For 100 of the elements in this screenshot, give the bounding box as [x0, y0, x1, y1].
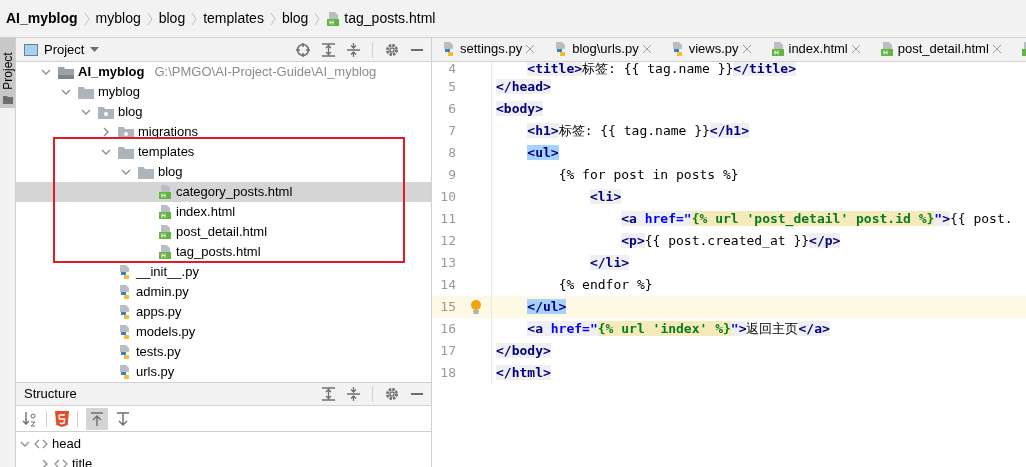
editor-tab[interactable]: blog\urls.py [544, 38, 661, 61]
expand-all-icon[interactable] [322, 387, 335, 401]
breadcrumb-item[interactable]: blog [158, 8, 186, 29]
editor-tab-label: views.py [688, 40, 739, 59]
tree-item[interactable]: __init__.py [16, 262, 431, 282]
tree-item[interactable]: admin.py [16, 282, 431, 302]
chevron-right-icon[interactable] [101, 127, 111, 137]
tree-item[interactable]: urls.py [16, 362, 431, 382]
breadcrumb-item[interactable]: tag_posts.html [326, 8, 436, 29]
close-icon[interactable] [742, 45, 751, 53]
arrow-up-to-bar-icon [90, 411, 104, 426]
tree-item[interactable]: apps.py [16, 302, 431, 322]
html-file-icon [158, 225, 172, 239]
tree-item[interactable]: index.html [16, 202, 431, 222]
tree-item-label: index.html [176, 203, 236, 222]
breadcrumb-item[interactable]: AI_myblog [6, 8, 78, 29]
python-file-icon [118, 325, 132, 339]
tree-item[interactable]: templates [16, 142, 431, 162]
collapse-all-icon[interactable] [347, 387, 360, 401]
close-icon[interactable] [526, 45, 535, 53]
line-number: 5 [447, 78, 457, 97]
html-file-icon [158, 185, 172, 199]
settings-icon[interactable] [385, 387, 399, 401]
python-file-icon [118, 265, 132, 279]
sort-alpha-icon[interactable] [22, 410, 38, 427]
tree-item[interactable]: category_posts.html [16, 182, 431, 202]
editor-tab[interactable]: post_detail.html [869, 38, 1011, 61]
tree-item-label: tests.py [136, 343, 181, 362]
code-text: <a href="{% url 'post_detail' post.id %}">{{ post. [620, 210, 1013, 229]
line-number: 10 [439, 188, 457, 207]
python-file-icon [118, 345, 132, 359]
breadcrumb-item[interactable]: templates [203, 8, 264, 29]
chevron-down-icon[interactable] [20, 439, 30, 449]
tree-item[interactable]: migrations [16, 122, 431, 142]
line-number: 14 [439, 276, 457, 295]
tree-item[interactable]: AI_myblog G:\PMGO\AI-Project-Guide\AI_myblog [16, 62, 431, 82]
project-tool-tab[interactable]: Project [0, 38, 15, 108]
tag-brackets-icon [34, 439, 48, 449]
html-file-icon [158, 245, 172, 259]
editor-tab[interactable]: views.py [660, 38, 761, 61]
line-number: 11 [439, 210, 457, 229]
tree-item-label: __init__.py [136, 263, 199, 282]
html-file-icon [770, 42, 785, 56]
line-number: 8 [447, 144, 457, 163]
arrow-down-from-bar-icon[interactable] [116, 411, 130, 426]
code-text: </html> [495, 364, 551, 383]
caret-icon [90, 47, 100, 52]
line-number: 18 [439, 364, 457, 383]
folder-icon [2, 96, 13, 104]
expand-all-icon[interactable] [322, 42, 335, 57]
tree-item[interactable]: post_detail.html [16, 222, 431, 242]
tree-item-label: AI_myblog [78, 63, 145, 82]
tree-item[interactable]: models.py [16, 322, 431, 342]
project-view-dropdown[interactable]: Project [24, 39, 100, 60]
breadcrumb-item[interactable]: blog [281, 8, 309, 29]
html-file-icon [326, 11, 341, 26]
code-text: </head> [495, 78, 551, 97]
tree-item-label: blog [118, 103, 143, 122]
editor-tab[interactable]: index.html [760, 38, 870, 61]
settings-icon[interactable] [385, 42, 399, 57]
editor-tab-label: index.html [788, 40, 848, 59]
code-text: </li> [588, 254, 630, 273]
editor-tab[interactable]: settings.py [432, 38, 545, 61]
autoscroll-to-source-toggle[interactable] [86, 407, 108, 430]
locate-icon[interactable] [296, 42, 310, 57]
structure-item[interactable]: head [16, 434, 431, 454]
html-file-icon [1020, 42, 1026, 56]
code-text: <title>标签: {{ tag.name }}</title> [526, 62, 796, 76]
code-text: <p>{{ post.created_at }}</p> [620, 232, 841, 251]
python-file-icon [442, 42, 456, 56]
tree-item-label: urls.py [136, 363, 175, 382]
code-text: <h1>标签: {{ tag.name }}</h1> [526, 122, 749, 141]
tree-item[interactable]: tests.py [16, 342, 431, 362]
code-text: </ul> [526, 298, 567, 317]
html5-icon[interactable] [55, 410, 69, 427]
folder-icon [138, 165, 154, 179]
python-file-icon [670, 42, 685, 56]
tree-item[interactable]: myblog [16, 82, 431, 102]
tree-item[interactable]: tag_posts.html [16, 242, 431, 262]
html-file-icon [158, 205, 172, 219]
close-icon[interactable] [851, 45, 860, 53]
package-folder-icon [118, 125, 134, 139]
code-text: {% endfor %} [557, 276, 653, 295]
editor-tab-label: blog\urls.py [572, 40, 639, 59]
close-icon[interactable] [642, 45, 651, 53]
tree-item[interactable]: blog [16, 102, 431, 122]
lightbulb-icon[interactable] [469, 299, 482, 315]
project-path: G:\PMGO\AI-Project-Guide\AI_myblog [154, 63, 377, 82]
structure-item-label: head [52, 435, 81, 454]
tree-item[interactable]: blog [16, 162, 431, 182]
python-file-icon [118, 285, 132, 299]
close-icon[interactable] [992, 45, 1001, 53]
line-number: 15 [439, 298, 457, 317]
tree-item-label: models.py [136, 323, 196, 342]
code-text: <li> [588, 188, 622, 207]
minimize-icon[interactable] [411, 48, 423, 51]
chevron-separator-icon [314, 11, 321, 26]
breadcrumb-item[interactable]: myblog [95, 8, 141, 29]
chevron-right-icon[interactable] [40, 459, 50, 467]
collapse-all-icon[interactable] [347, 42, 360, 57]
